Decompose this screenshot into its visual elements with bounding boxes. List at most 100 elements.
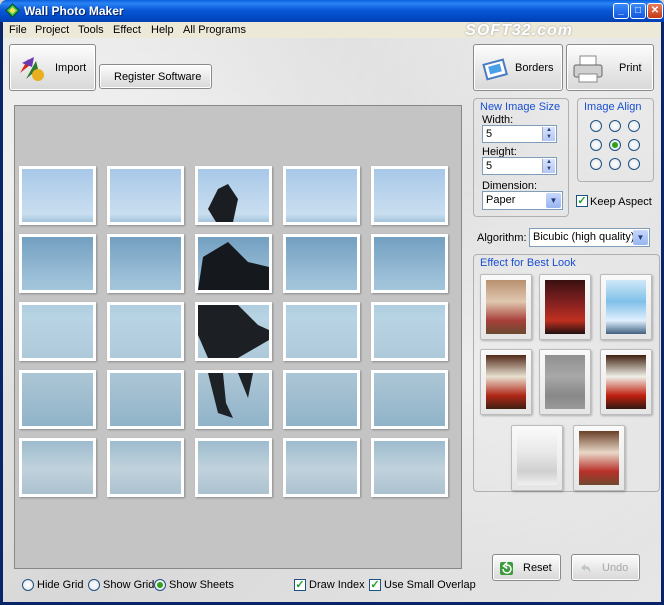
- chevron-down-icon[interactable]: ▼: [633, 230, 648, 245]
- import-button[interactable]: Import: [9, 44, 96, 91]
- import-icon: [20, 57, 44, 81]
- effect-preview-image: [579, 431, 619, 485]
- register-label: Register Software: [114, 70, 202, 83]
- undo-button[interactable]: Undo: [571, 554, 640, 581]
- watermark-text: SOFT32.com: [465, 22, 573, 39]
- wall-sheet-tile: [19, 166, 96, 225]
- borders-label: Borders: [515, 61, 554, 74]
- height-value: 5: [486, 160, 493, 172]
- wall-sheet-tile: [107, 234, 184, 293]
- title-bar[interactable]: Wall Photo Maker _ □ ✕: [0, 0, 664, 22]
- effect-original-thumbnail[interactable]: [573, 425, 625, 491]
- wall-sheet-tile: [19, 302, 96, 361]
- reset-icon: [500, 561, 513, 575]
- horse-photo-fragment: [198, 305, 269, 358]
- reset-button[interactable]: Reset: [492, 554, 561, 581]
- tile-grid: [15, 106, 463, 570]
- algorithm-select[interactable]: Bicubic (high quality) ▼: [529, 228, 650, 247]
- window-title: Wall Photo Maker: [24, 4, 124, 18]
- algorithm-label: Algorithm:: [477, 232, 527, 244]
- align-top-left-radio[interactable]: [590, 120, 602, 132]
- effect-preview-image: [486, 280, 526, 334]
- printer-icon: [573, 55, 603, 83]
- height-stepper[interactable]: 5 ▲ ▼: [482, 157, 557, 175]
- wall-sheet-tile: [283, 166, 360, 225]
- wall-sheet-tile: [195, 438, 272, 497]
- keep-aspect-label: Keep Aspect: [590, 196, 652, 208]
- width-stepper[interactable]: 5 ▲ ▼: [482, 125, 557, 143]
- align-top-center-radio[interactable]: [609, 120, 621, 132]
- effect-dark-thumbnail[interactable]: [539, 274, 591, 340]
- effect-vivid-thumbnail[interactable]: [480, 349, 532, 415]
- align-middle-right-radio[interactable]: [628, 139, 640, 151]
- effect-warm-thumbnail[interactable]: [480, 274, 532, 340]
- draw-index-checkbox[interactable]: ✓: [294, 579, 306, 591]
- wall-sheet-tile: [371, 166, 448, 225]
- effect-emboss-thumbnail[interactable]: [539, 349, 591, 415]
- wall-sheet-tile: [195, 370, 272, 429]
- keep-aspect-checkbox[interactable]: ✓: [576, 195, 588, 207]
- close-button[interactable]: ✕: [647, 3, 663, 19]
- spin-arrows-icon[interactable]: ▲ ▼: [542, 127, 555, 141]
- menu-project[interactable]: Project: [35, 24, 69, 36]
- wall-sheet-tile: [107, 166, 184, 225]
- menu-all-programs[interactable]: All Programs: [183, 24, 246, 36]
- borders-button[interactable]: Borders: [473, 44, 563, 91]
- wall-preview-canvas[interactable]: [14, 105, 462, 569]
- align-center-radio[interactable]: [609, 139, 621, 151]
- align-bottom-center-radio[interactable]: [609, 158, 621, 170]
- minimize-button[interactable]: _: [613, 3, 629, 19]
- horse-photo-fragment: [208, 184, 238, 222]
- maximize-button[interactable]: □: [630, 3, 646, 19]
- align-bottom-left-radio[interactable]: [590, 158, 602, 170]
- wall-sheet-tile: [195, 302, 272, 361]
- wall-sheet-tile: [107, 302, 184, 361]
- align-top-right-radio[interactable]: [628, 120, 640, 132]
- menu-tools[interactable]: Tools: [78, 24, 104, 36]
- draw-index-label: Draw Index: [309, 579, 365, 591]
- wall-sheet-tile: [371, 370, 448, 429]
- wall-sheet-tile: [107, 438, 184, 497]
- minimize-icon: _: [618, 5, 624, 16]
- print-label: Print: [619, 61, 642, 74]
- show-grid-radio[interactable]: [88, 579, 100, 591]
- wall-sheet-tile: [371, 302, 448, 361]
- effects-heading: Effect for Best Look: [480, 257, 576, 269]
- align-middle-left-radio[interactable]: [590, 139, 602, 151]
- show-sheets-radio[interactable]: [154, 579, 166, 591]
- image-size-heading: New Image Size: [480, 101, 561, 113]
- menu-help[interactable]: Help: [151, 24, 174, 36]
- align-bottom-right-radio[interactable]: [628, 158, 640, 170]
- algorithm-value: Bicubic (high quality): [533, 231, 635, 243]
- small-overlap-checkbox[interactable]: ✓: [369, 579, 381, 591]
- dimension-value: Paper: [486, 194, 516, 206]
- wall-sheet-tile: [371, 234, 448, 293]
- menu-file[interactable]: File: [9, 24, 27, 36]
- effect-contrast-thumbnail[interactable]: [600, 349, 652, 415]
- close-icon: ✕: [650, 5, 660, 16]
- menu-effect[interactable]: Effect: [113, 24, 141, 36]
- spin-arrows-icon[interactable]: ▲ ▼: [542, 159, 555, 173]
- effect-sketch-thumbnail[interactable]: [511, 425, 563, 491]
- wall-sheet-tile: [19, 370, 96, 429]
- register-software-button[interactable]: Register Software: [99, 64, 212, 89]
- chevron-down-icon[interactable]: ▼: [546, 193, 561, 208]
- wall-sheet-tile: [283, 438, 360, 497]
- show-sheets-label: Show Sheets: [169, 579, 234, 591]
- show-grid-label: Show Grid: [103, 579, 155, 591]
- dimension-select[interactable]: Paper ▼: [482, 191, 563, 210]
- print-button[interactable]: Print: [566, 44, 654, 91]
- effect-preview-image: [606, 355, 646, 409]
- borders-icon: [482, 58, 508, 81]
- hide-grid-radio[interactable]: [22, 579, 34, 591]
- maximize-icon: □: [634, 5, 642, 16]
- wall-sheet-tile: [283, 370, 360, 429]
- effect-preview-image: [486, 355, 526, 409]
- effect-preview-image: [517, 431, 557, 485]
- wall-sheet-tile: [19, 438, 96, 497]
- effect-blue-thumbnail[interactable]: [600, 274, 652, 340]
- wall-sheet-tile: [107, 370, 184, 429]
- wall-sheet-tile: [371, 438, 448, 497]
- width-value: 5: [486, 128, 493, 140]
- small-overlap-label: Use Small Overlap: [384, 579, 476, 591]
